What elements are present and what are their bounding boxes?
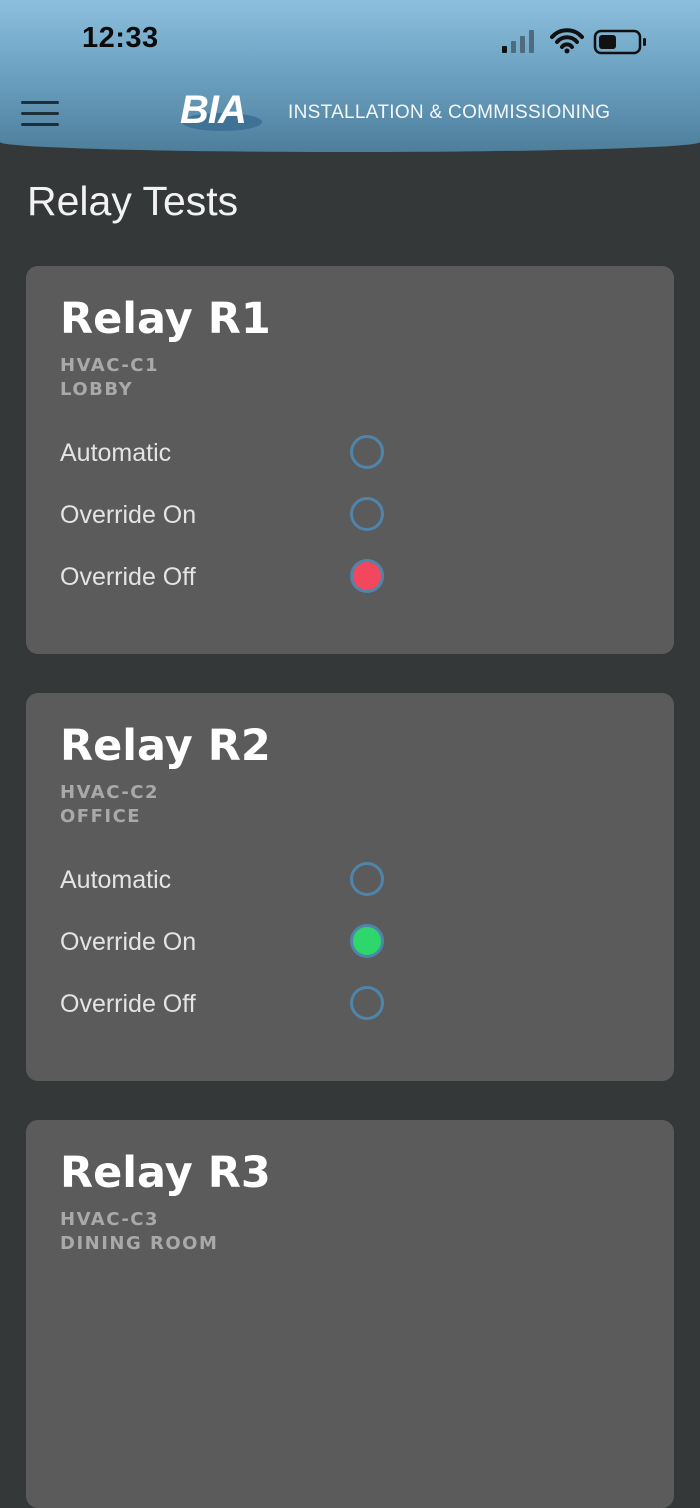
- relay-card-r2: Relay R2 HVAC-C2 OFFICE Automatic Overri…: [26, 693, 674, 1081]
- wifi-icon: [550, 28, 584, 54]
- relay-location: DINING ROOM: [60, 1233, 219, 1254]
- relay-name: Relay R3: [60, 1148, 271, 1198]
- relay-circuit: HVAC-C1: [60, 355, 160, 376]
- option-label: Override On: [60, 501, 197, 529]
- option-override-on[interactable]: Override On: [60, 497, 420, 537]
- option-automatic[interactable]: Automatic: [60, 862, 420, 902]
- page-title: Relay Tests: [27, 178, 239, 224]
- radio-override-off-selected[interactable]: [350, 559, 384, 593]
- relay-card-r3: Relay R3 HVAC-C3 DINING ROOM: [26, 1120, 674, 1508]
- battery-icon: [593, 29, 646, 55]
- relay-card-r1: Relay R1 HVAC-C1 LOBBY Automatic Overrid…: [26, 266, 674, 654]
- app-subtitle: INSTALLATION & COMMISSIONING: [288, 102, 611, 123]
- logo: BIA: [178, 88, 264, 136]
- radio-override-on[interactable]: [350, 497, 384, 531]
- menu-icon[interactable]: [21, 101, 59, 127]
- option-override-off[interactable]: Override Off: [60, 559, 420, 599]
- option-override-off[interactable]: Override Off: [60, 986, 420, 1026]
- status-time: 12:33: [82, 22, 159, 54]
- radio-override-off[interactable]: [350, 986, 384, 1020]
- option-automatic[interactable]: Automatic: [60, 435, 420, 475]
- radio-automatic[interactable]: [350, 862, 384, 896]
- option-label: Automatic: [60, 866, 172, 894]
- radio-override-on-selected[interactable]: [350, 924, 384, 958]
- option-label: Override On: [60, 928, 197, 956]
- relay-name: Relay R2: [60, 721, 271, 771]
- status-icons: [502, 28, 646, 55]
- relay-circuit: HVAC-C2: [60, 782, 160, 803]
- cellular-signal-icon: [502, 30, 534, 53]
- option-label: Override Off: [60, 563, 196, 591]
- option-override-on[interactable]: Override On: [60, 924, 420, 964]
- relay-location: LOBBY: [60, 379, 134, 400]
- option-label: Override Off: [60, 990, 196, 1018]
- app-header: 12:33 BIA INSTALLATION & COMMISSIONING: [0, 0, 700, 152]
- option-label: Automatic: [60, 439, 172, 467]
- radio-automatic[interactable]: [350, 435, 384, 469]
- logo-text: BIA: [180, 88, 247, 132]
- relay-circuit: HVAC-C3: [60, 1209, 160, 1230]
- relay-location: OFFICE: [60, 806, 142, 827]
- relay-name: Relay R1: [60, 294, 271, 344]
